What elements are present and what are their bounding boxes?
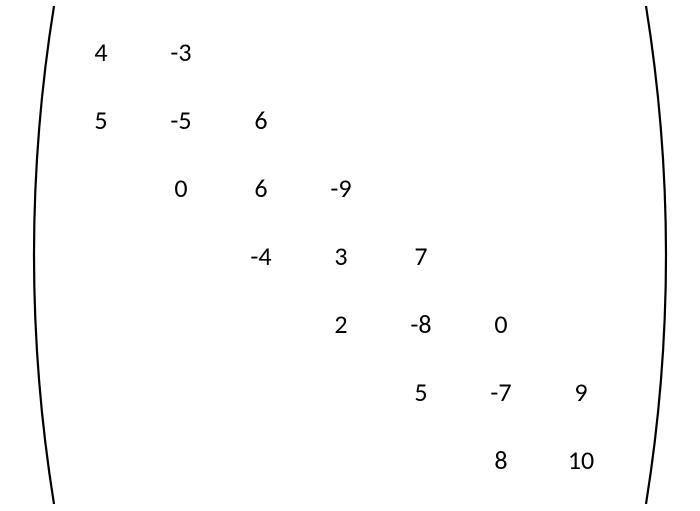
matrix-cell [64, 358, 144, 426]
matrix-cell [304, 426, 384, 494]
matrix-cell: 5 [384, 358, 464, 426]
left-paren-icon [8, 2, 66, 508]
matrix-cell: -5 [144, 86, 224, 154]
matrix-cell [544, 290, 624, 358]
matrix-cell [64, 290, 144, 358]
matrix-cell: 0 [464, 290, 544, 358]
matrix-cell [544, 154, 624, 222]
matrix-figure: 4 -3 5 -5 6 0 6 -9 -4 3 7 2 -8 [0, 0, 700, 511]
matrix-cell [464, 154, 544, 222]
matrix-cell [224, 290, 304, 358]
matrix-cell [64, 154, 144, 222]
matrix-cell [224, 358, 304, 426]
matrix-cell: 8 [464, 426, 544, 494]
matrix-cell [464, 222, 544, 290]
matrix-cell: 5 [64, 86, 144, 154]
matrix-cell [224, 426, 304, 494]
matrix-cell: 10 [544, 426, 624, 494]
matrix-cell: 6 [224, 86, 304, 154]
matrix-cell [144, 290, 224, 358]
matrix-cell [384, 18, 464, 86]
matrix-cell [144, 358, 224, 426]
matrix-cell [544, 86, 624, 154]
matrix-cell [144, 426, 224, 494]
matrix-cell: 4 [64, 18, 144, 86]
matrix-cell [304, 18, 384, 86]
matrix-cell [304, 358, 384, 426]
matrix-cell [144, 222, 224, 290]
matrix-cell [384, 86, 464, 154]
matrix-cell [544, 222, 624, 290]
matrix-cell [464, 86, 544, 154]
matrix-cell [384, 426, 464, 494]
matrix-cell [544, 18, 624, 86]
matrix-cell: -4 [224, 222, 304, 290]
matrix-cell [304, 86, 384, 154]
right-paren-icon [634, 2, 692, 508]
matrix-cell [64, 426, 144, 494]
matrix-cell: -7 [464, 358, 544, 426]
matrix-cell: 3 [304, 222, 384, 290]
matrix-cell: 9 [544, 358, 624, 426]
matrix-cell: 7 [384, 222, 464, 290]
matrix-grid: 4 -3 5 -5 6 0 6 -9 -4 3 7 2 -8 [64, 18, 624, 494]
matrix-cell [464, 18, 544, 86]
matrix-cell [224, 18, 304, 86]
matrix-cell [384, 154, 464, 222]
matrix-cell: 0 [144, 154, 224, 222]
matrix-cell: -3 [144, 18, 224, 86]
matrix-cell: 6 [224, 154, 304, 222]
matrix-cell: -8 [384, 290, 464, 358]
matrix-cell: -9 [304, 154, 384, 222]
matrix-cell [64, 222, 144, 290]
matrix-cell: 2 [304, 290, 384, 358]
